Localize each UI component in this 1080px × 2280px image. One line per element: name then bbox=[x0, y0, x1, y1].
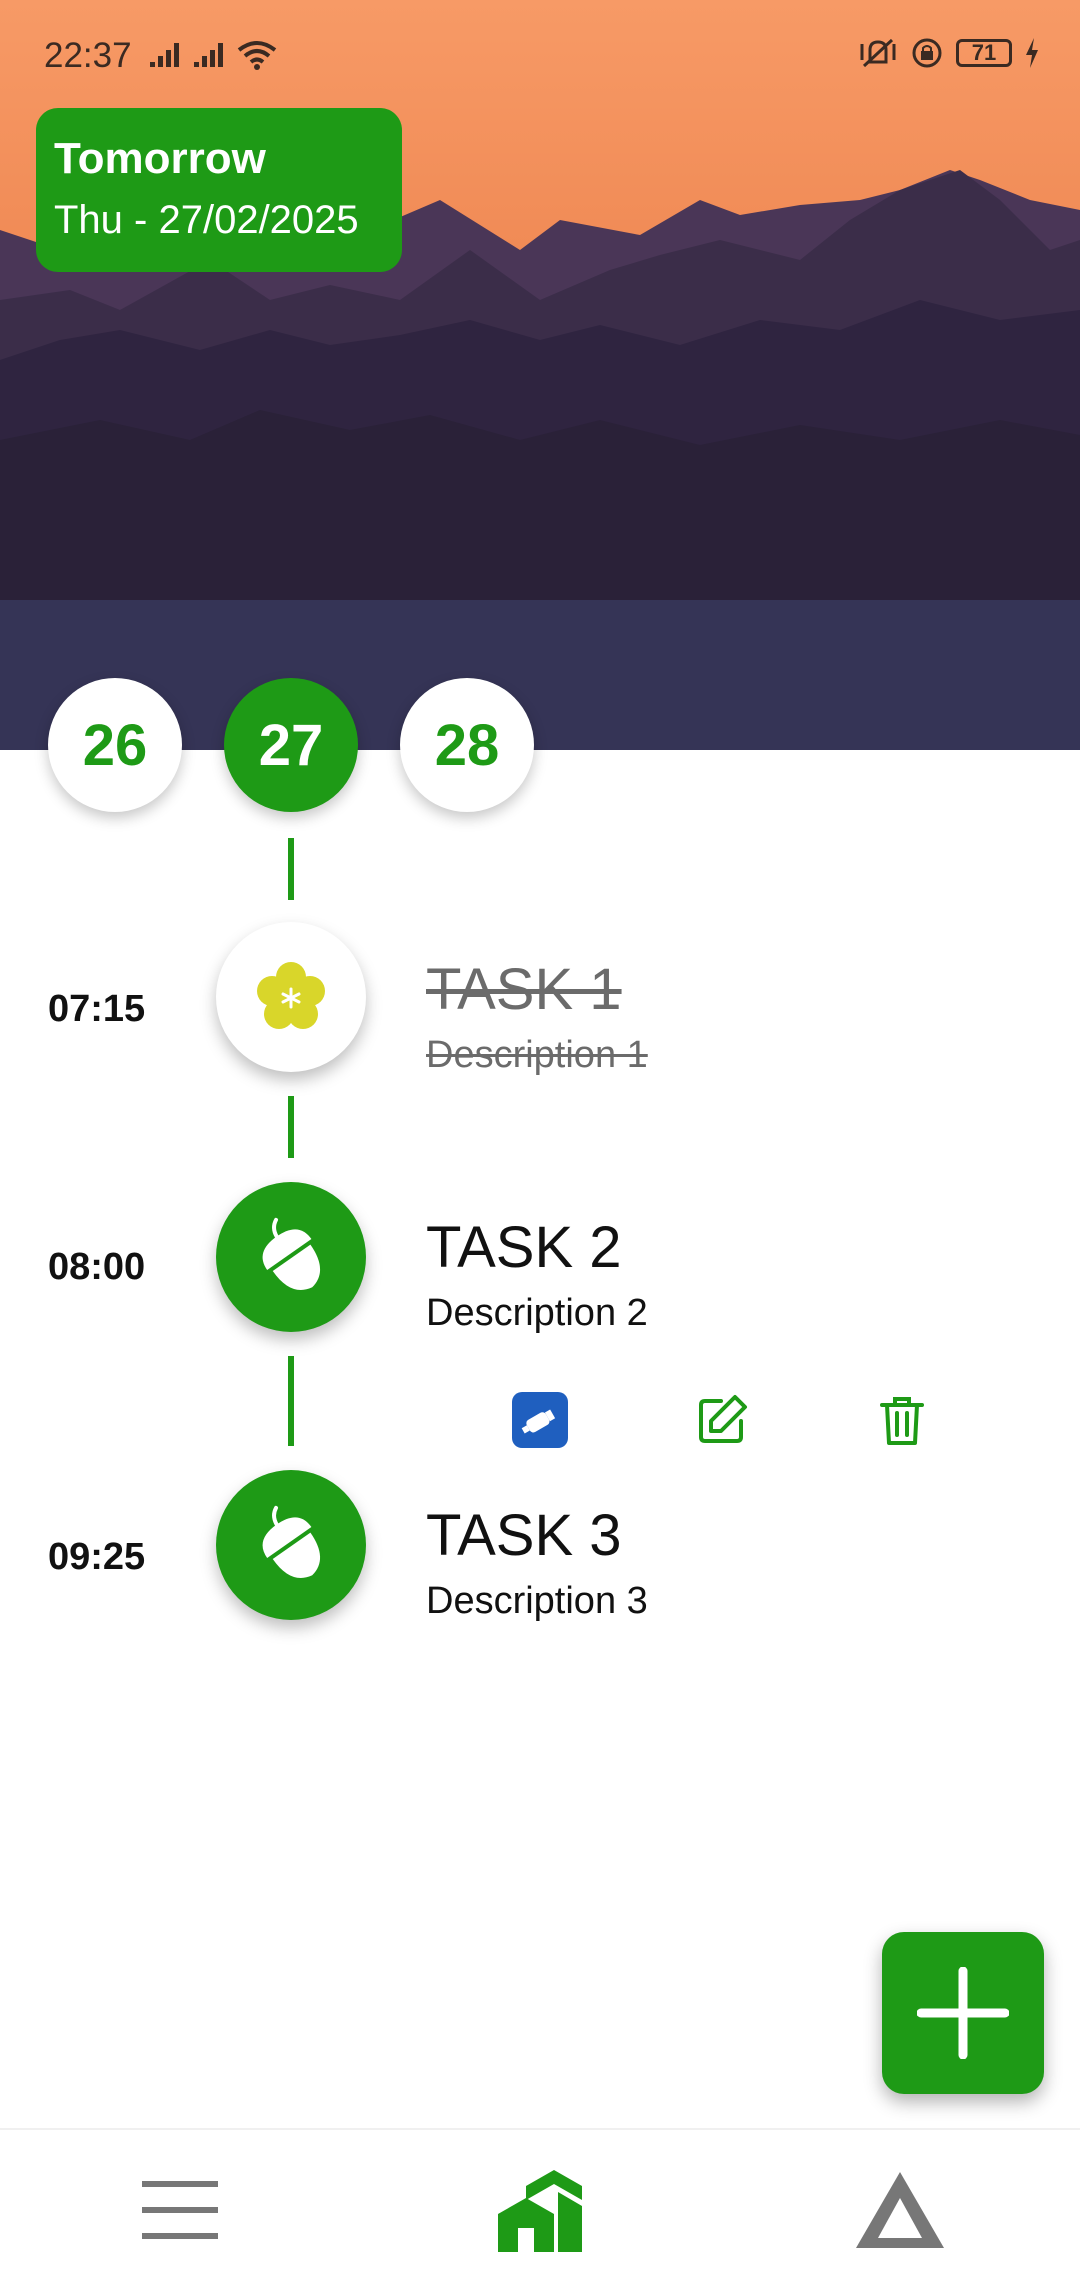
timeline-connector bbox=[288, 1356, 294, 1446]
charging-icon bbox=[1026, 38, 1038, 68]
signal-icon bbox=[150, 43, 179, 67]
link-icon bbox=[512, 1392, 568, 1448]
menu-icon bbox=[142, 2181, 218, 2239]
menu-button[interactable] bbox=[130, 2160, 230, 2260]
timeline-connector bbox=[288, 1096, 294, 1158]
triangle-icon bbox=[856, 2172, 944, 2248]
triangle-nav-button[interactable] bbox=[850, 2160, 950, 2260]
task-time: 07:15 bbox=[48, 988, 146, 1030]
home-icon bbox=[498, 2170, 582, 2252]
task-time: 08:00 bbox=[48, 1246, 146, 1288]
signal-icon bbox=[194, 43, 223, 67]
date-card-title: Tomorrow bbox=[54, 134, 266, 183]
flower-icon bbox=[257, 962, 325, 1029]
task-description: Description 1 bbox=[426, 1034, 648, 1076]
task-description: Description 2 bbox=[426, 1292, 648, 1334]
battery-indicator: 71 bbox=[956, 39, 1012, 67]
trash-icon bbox=[880, 1397, 924, 1445]
acorn-icon bbox=[262, 1505, 321, 1579]
task-title[interactable]: TASK 2 bbox=[426, 1214, 622, 1281]
link-button[interactable] bbox=[512, 1392, 568, 1448]
rotation-lock-icon bbox=[912, 38, 942, 68]
timeline-connector bbox=[288, 838, 294, 900]
plus-icon bbox=[917, 1967, 1009, 2059]
day-27-button[interactable]: 27 bbox=[224, 678, 358, 812]
wifi-icon bbox=[237, 41, 277, 70]
edit-icon bbox=[699, 1395, 747, 1443]
bottom-navigation bbox=[0, 2128, 1080, 2280]
edit-button[interactable] bbox=[694, 1392, 750, 1448]
date-card: Tomorrow Thu - 27/02/2025 bbox=[36, 108, 402, 272]
status-time: 22:37 bbox=[44, 36, 132, 75]
day-28-button[interactable]: 28 bbox=[400, 678, 534, 812]
task-description: Description 3 bbox=[426, 1580, 648, 1622]
day-26-button[interactable]: 26 bbox=[48, 678, 182, 812]
task-title[interactable]: TASK 1 bbox=[426, 956, 622, 1023]
task-status-button[interactable] bbox=[216, 922, 366, 1072]
task-status-button[interactable] bbox=[216, 1182, 366, 1332]
home-button[interactable] bbox=[490, 2160, 590, 2260]
delete-button[interactable] bbox=[874, 1392, 930, 1448]
date-card-date: Thu - 27/02/2025 bbox=[54, 198, 359, 242]
status-bar: 22:37 71 bbox=[0, 0, 1080, 110]
add-task-button[interactable] bbox=[882, 1932, 1044, 2094]
vibrate-icon bbox=[860, 38, 896, 68]
task-status-button[interactable] bbox=[216, 1470, 366, 1620]
task-time: 09:25 bbox=[48, 1536, 146, 1578]
task-title[interactable]: TASK 3 bbox=[426, 1502, 622, 1569]
acorn-icon bbox=[262, 1217, 321, 1291]
